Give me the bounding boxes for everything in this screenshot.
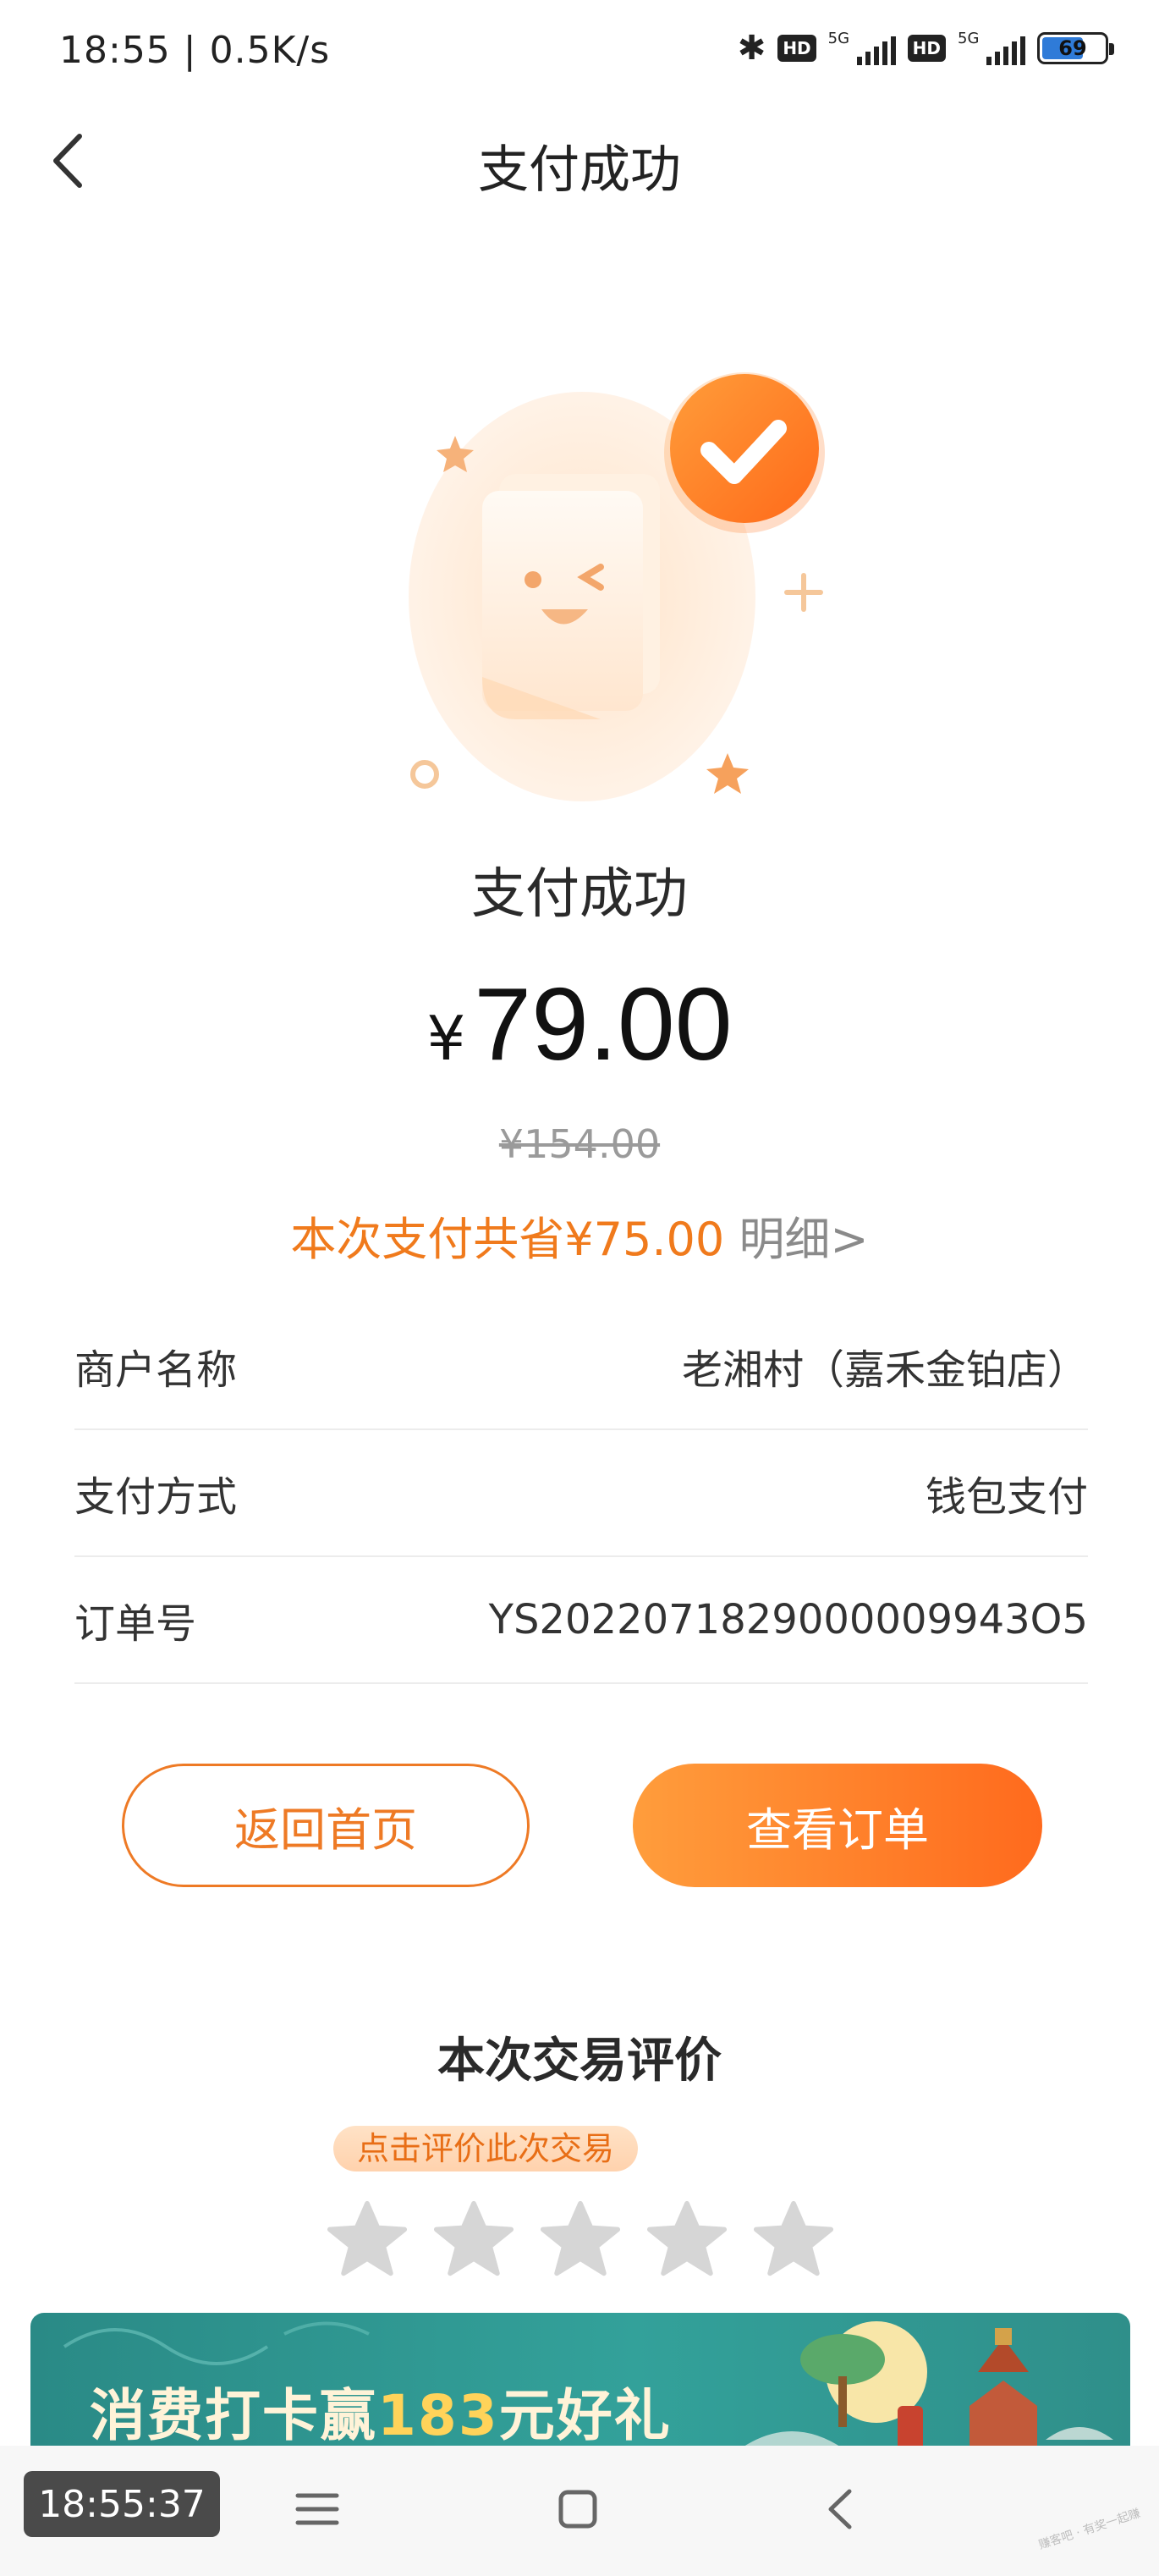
detail-label: 支付方式 [74,1473,238,1521]
rating-stars [327,2199,834,2280]
star-icon[interactable] [433,2199,514,2280]
status-icons: ✱ HD 5G HD 5G 69 [737,29,1114,68]
hd-badge: HD [777,35,816,62]
navigation-bar: 18:55:37 [0,2446,1159,2576]
star-icon[interactable] [540,2199,621,2280]
back-triangle-icon [828,2489,852,2529]
banner-text-highlight: 183 [377,2383,499,2448]
status-bar: 18:55 | 0.5K/s ✱ HD 5G HD 5G 69 [0,0,1159,102]
receipt-illustration [409,372,825,801]
banner-text-prefix: 消费打卡赢 [90,2383,377,2448]
menu-icon [295,2493,339,2525]
banner-text-suffix: 元好礼 [498,2383,672,2448]
signal-icon: 5G [828,30,896,67]
amount-value: 79.00 [474,966,733,1082]
header: 支付成功 [0,102,1159,220]
signal-icon-2: 5G [958,30,1025,67]
network-label-2: 5G [958,30,980,47]
success-illustration [389,355,829,812]
saving-row: 本次支付共省¥75.00 明细> [0,1202,1159,1269]
bluetooth-icon: ✱ [737,29,766,68]
floating-clock: 18:55:37 [24,2471,220,2537]
network-label: 5G [827,30,850,47]
status-time: 18:55 | 0.5K/s [59,29,331,72]
star-icon[interactable] [327,2199,408,2280]
home-nav-button[interactable] [540,2471,616,2547]
hd-badge-2: HD [907,35,946,62]
banner-text: 消费打卡赢183元好礼 [90,2370,672,2452]
page-title: 支付成功 [478,140,681,200]
review-title: 本次交易评价 [437,2034,722,2089]
battery-icon: 69 [1037,32,1114,64]
order-details: 商户名称 老湘村（嘉禾金铂店） 支付方式 钱包支付 订单号 YS20220718… [74,1303,1088,1684]
detail-link[interactable]: 明细> [739,1213,868,1266]
detail-row-payment-method: 支付方式 钱包支付 [74,1430,1088,1557]
success-title: 支付成功 [471,863,688,926]
detail-value: 老湘村（嘉禾金铂店） [681,1346,1088,1394]
detail-row-order-number: 订单号 YS2022071829000009943O5 [74,1557,1088,1684]
menu-button[interactable] [279,2471,355,2547]
detail-row-merchant: 商户名称 老湘村（嘉禾金铂店） [74,1303,1088,1430]
detail-label: 订单号 [74,1600,197,1648]
star-icon[interactable] [753,2199,834,2280]
original-price: ¥154.00 [498,1121,661,1167]
currency-symbol: ¥ [426,1003,466,1074]
paid-amount: ¥ 79.00 [0,965,1159,1083]
review-hint: 点击评价此次交易 [333,2126,639,2171]
star-icon[interactable] [646,2199,728,2280]
back-nav-button[interactable] [802,2471,878,2547]
square-home-icon [558,2490,597,2529]
detail-value: YS2022071829000009943O5 [488,1596,1088,1643]
promo-banner[interactable]: 消费打卡赢183元好礼 [30,2313,1130,2452]
payment-success-page: 18:55 | 0.5K/s ✱ HD 5G HD 5G 69 支付成功 支付成… [0,0,1159,2576]
back-home-button[interactable]: 返回首页 [122,1764,530,1887]
detail-value: 钱包支付 [925,1473,1088,1521]
view-order-button[interactable]: 查看订单 [633,1764,1042,1887]
detail-label: 商户名称 [74,1346,238,1394]
battery-level: 69 [1058,36,1087,60]
saving-text: 本次支付共省¥75.00 [290,1213,725,1266]
